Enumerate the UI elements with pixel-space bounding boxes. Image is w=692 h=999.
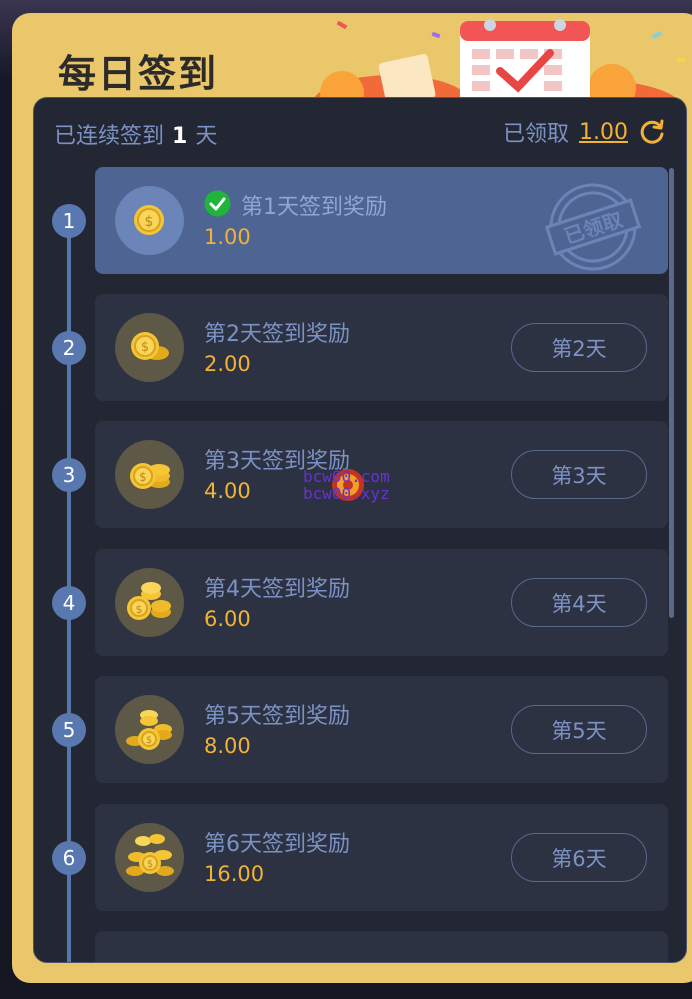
claimed-check-icon bbox=[204, 190, 231, 217]
reward-card-day-1: $ 第1天签到奖励 1.00 已领取 bbox=[95, 167, 668, 274]
step-marker-1: 1 bbox=[52, 204, 86, 238]
streak-days: 1 bbox=[172, 124, 188, 149]
streak-counter: 已连续签到 1 天 bbox=[54, 118, 217, 150]
svg-text:$: $ bbox=[145, 214, 154, 230]
step-marker-4: 4 bbox=[52, 586, 86, 620]
claim-day-3-button[interactable]: 第3天 bbox=[511, 450, 647, 499]
claimed-label: 已领取 bbox=[503, 122, 570, 147]
svg-text:$: $ bbox=[146, 735, 152, 746]
watermark-line-2: bcw00.xyz bbox=[303, 484, 390, 503]
watermark-line-1: bcw00.com bbox=[303, 467, 390, 486]
reward-title: 第4天签到奖励 bbox=[204, 577, 350, 602]
svg-text:$: $ bbox=[139, 470, 147, 484]
claimed-total: 已领取 1.00 bbox=[503, 116, 666, 148]
streak-unit: 天 bbox=[195, 124, 218, 149]
reward-amount: 6.00 bbox=[204, 607, 251, 631]
coins-icon: $ bbox=[115, 823, 184, 892]
watermark-text: bcw00.com bcw00.xyz bbox=[303, 468, 390, 502]
claim-day-4-button[interactable]: 第4天 bbox=[511, 578, 647, 627]
streak-prefix: 已连续签到 bbox=[54, 124, 165, 149]
coins-icon: $ bbox=[115, 313, 184, 382]
coins-icon: $ bbox=[115, 695, 184, 764]
rewards-list-container: 已连续签到 1 天 已领取 1.00 1 $ 第1天签到奖励 1.00 已领取 … bbox=[33, 97, 687, 963]
step-marker-2: 2 bbox=[52, 331, 86, 365]
coin-icon: $ bbox=[115, 186, 184, 255]
reward-title: 第2天签到奖励 bbox=[204, 322, 350, 347]
reward-card-day-7 bbox=[95, 931, 668, 962]
reward-amount: 8.00 bbox=[204, 734, 251, 758]
step-marker-5: 5 bbox=[52, 713, 86, 747]
scrollbar[interactable] bbox=[669, 168, 674, 618]
claimed-amount: 1.00 bbox=[579, 119, 628, 145]
reward-title: 第5天签到奖励 bbox=[204, 704, 350, 729]
reward-card-day-5: $ 第5天签到奖励 8.00 第5天 bbox=[95, 676, 668, 783]
svg-text:$: $ bbox=[147, 859, 153, 870]
reward-amount: 2.00 bbox=[204, 352, 251, 376]
refresh-icon[interactable] bbox=[638, 118, 666, 146]
claim-day-5-button[interactable]: 第5天 bbox=[511, 705, 647, 754]
reward-amount: 4.00 bbox=[204, 479, 251, 503]
panel-title: 每日签到 bbox=[58, 52, 219, 96]
step-marker-6: 6 bbox=[52, 841, 86, 875]
reward-card-day-4: $ 第4天签到奖励 6.00 第4天 bbox=[95, 549, 668, 656]
reward-card-day-6: $ 第6天签到奖励 16.00 第6天 bbox=[95, 804, 668, 911]
claim-day-6-button[interactable]: 第6天 bbox=[511, 833, 647, 882]
reward-amount: 1.00 bbox=[204, 225, 251, 249]
coins-icon: $ bbox=[115, 440, 184, 509]
svg-text:$: $ bbox=[136, 603, 143, 616]
coins-icon: $ bbox=[115, 568, 184, 637]
claim-day-2-button[interactable]: 第2天 bbox=[511, 323, 647, 372]
svg-text:$: $ bbox=[141, 340, 149, 355]
claimed-stamp-icon: 已领取 bbox=[545, 183, 641, 271]
reward-amount: 16.00 bbox=[204, 862, 265, 886]
step-marker-3: 3 bbox=[52, 458, 86, 492]
reward-title: 第6天签到奖励 bbox=[204, 832, 350, 857]
reward-card-day-2: $ 第2天签到奖励 2.00 第2天 bbox=[95, 294, 668, 401]
reward-title: 第1天签到奖励 bbox=[241, 195, 387, 220]
